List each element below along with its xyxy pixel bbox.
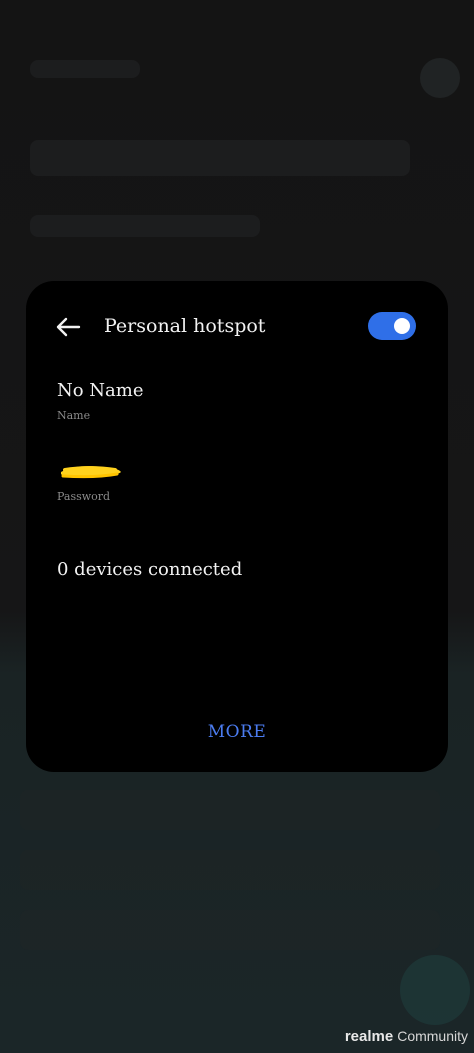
toggle-knob [394,318,410,334]
password-label: Password [57,490,111,503]
connected-devices-row[interactable]: 0 devices connected [57,559,242,580]
name-label: Name [57,409,91,422]
arrow-left-icon [56,317,81,337]
name-row[interactable]: No Name Name [57,380,144,422]
back-button[interactable] [52,311,84,343]
watermark: realme Community [345,1028,468,1045]
watermark-brand: realme [344,1028,394,1045]
panel-title: Personal hotspot [104,315,266,337]
blurred-fab [400,955,470,1025]
hotspot-toggle[interactable] [368,312,416,340]
blurred-text-line [30,215,260,237]
blurred-row [20,910,440,950]
watermark-text: Community [397,1028,468,1044]
more-button[interactable]: MORE [26,722,448,742]
password-row[interactable]: Password [57,462,125,503]
redacted-password-scribble [61,466,121,479]
blurred-header [30,60,140,78]
hotspot-panel: Personal hotspot No Name Name Password 0… [26,281,448,772]
blurred-row [20,850,440,890]
blurred-avatar [420,58,460,98]
hotspot-name-value: No Name [57,380,144,401]
devices-connected-text: 0 devices connected [57,559,243,580]
blurred-text-line [30,140,410,176]
blurred-row [20,790,440,830]
